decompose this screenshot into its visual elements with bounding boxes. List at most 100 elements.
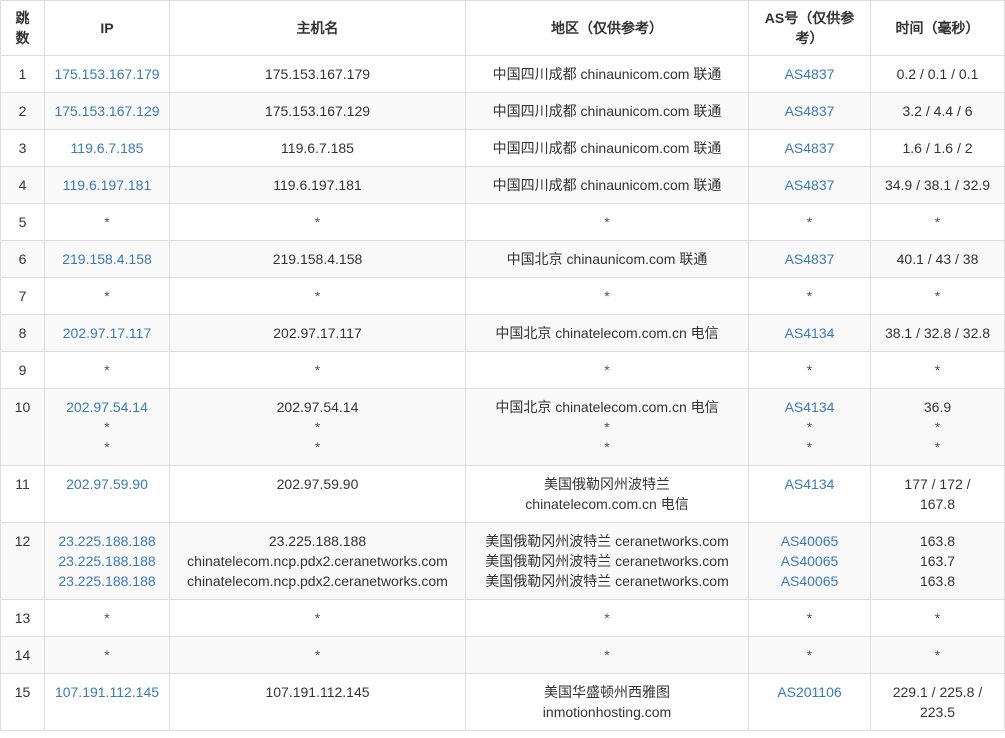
ip-text: *: [104, 610, 110, 626]
region-text: 美国华盛顿州西雅图: [544, 684, 670, 700]
ip-link[interactable]: 202.97.59.90: [48, 474, 166, 494]
time-text: *: [934, 610, 941, 626]
time-text: 0.2 / 0.1 / 0.1: [896, 66, 979, 82]
time-text: 177 / 172 /: [904, 476, 971, 492]
hostname-cell: 175.153.167.179: [169, 55, 466, 93]
region-text: 美国俄勒冈州波特兰 ceranetworks.com: [485, 553, 729, 569]
ip-cell: *: [44, 277, 170, 315]
as-link[interactable]: AS4134: [752, 323, 867, 343]
ip-cell: 107.191.112.145: [44, 673, 170, 731]
as-cell: *: [748, 203, 871, 241]
time-text: 34.9 / 38.1 / 32.9: [884, 177, 991, 193]
as-text: *: [806, 288, 813, 304]
host-text: *: [314, 439, 321, 455]
ip-text: *: [104, 419, 110, 435]
time-text: *: [934, 214, 941, 230]
time-text: 167.8: [919, 496, 956, 512]
time-cell: 1.6 / 1.6 / 2: [870, 129, 1005, 167]
hop-number: 8: [18, 325, 27, 341]
ip-link[interactable]: 23.225.188.188: [48, 531, 166, 551]
hostname-cell: 202.97.17.117: [169, 314, 466, 352]
ip-link[interactable]: 175.153.167.179: [48, 64, 166, 84]
as-link[interactable]: AS4837: [752, 138, 867, 158]
region-text: 中国四川成都 chinaunicom.com 联通: [492, 177, 722, 193]
region-text: inmotionhosting.com: [542, 704, 672, 720]
region-text: 中国四川成都 chinaunicom.com 联通: [492, 66, 722, 82]
hop-cell: 3: [0, 129, 45, 167]
time-cell: *: [870, 277, 1005, 315]
time-text: *: [934, 439, 941, 455]
hop-cell: 5: [0, 203, 45, 241]
time-cell: 3.2 / 4.4 / 6: [870, 92, 1005, 130]
time-cell: *: [870, 351, 1005, 389]
as-cell: AS40065 AS40065 AS40065: [748, 522, 871, 600]
hop-number: 1: [18, 66, 27, 82]
as-link[interactable]: AS4837: [752, 175, 867, 195]
as-link[interactable]: AS201106: [752, 682, 867, 702]
ip-link[interactable]: 219.158.4.158: [48, 249, 166, 269]
region-cell: *: [465, 203, 749, 241]
ip-link[interactable]: 119.6.197.181: [48, 175, 166, 195]
time-text: 163.8: [919, 573, 956, 589]
as-cell: AS4837: [748, 240, 871, 278]
as-link[interactable]: AS4837: [752, 249, 867, 269]
ip-link[interactable]: 202.97.54.14: [48, 397, 166, 417]
time-text: 40.1 / 43 / 38: [896, 251, 979, 267]
hop-number: 4: [18, 177, 27, 193]
header-time: 时间（毫秒）: [870, 0, 1005, 56]
table-row: 6 219.158.4.158 219.158.4.158 中国北京 chinauni…: [0, 240, 1005, 278]
as-link[interactable]: AS40065: [752, 571, 867, 591]
time-text: *: [934, 362, 941, 378]
time-text: 223.5: [919, 704, 956, 720]
table-row: 4 119.6.197.181 119.6.197.181 中国四川成都 chinau…: [0, 166, 1005, 204]
region-text: 美国俄勒冈州波特兰 ceranetworks.com: [485, 573, 729, 589]
region-text: *: [604, 647, 610, 663]
hop-cell: 12: [0, 522, 45, 600]
region-cell: 美国华盛顿州西雅图 inmotionhosting.com: [465, 673, 749, 731]
ip-cell: 119.6.197.181: [44, 166, 170, 204]
region-text: 中国北京 chinatelecom.com.cn 电信: [495, 325, 719, 341]
as-link[interactable]: AS40065: [752, 531, 867, 551]
as-link[interactable]: AS4837: [752, 64, 867, 84]
ip-link[interactable]: 107.191.112.145: [48, 682, 166, 702]
hostname-cell: 107.191.112.145: [169, 673, 466, 731]
as-cell: *: [748, 636, 871, 674]
ip-cell: *: [44, 203, 170, 241]
region-text: *: [604, 214, 610, 230]
table-row: 3 119.6.7.185 119.6.7.185 中国四川成都 chinaunico…: [0, 129, 1005, 167]
ip-link[interactable]: 119.6.7.185: [48, 138, 166, 158]
hop-number: 5: [18, 214, 27, 230]
hostname-cell: 119.6.7.185: [169, 129, 466, 167]
ip-link[interactable]: 202.97.17.117: [48, 323, 166, 343]
hostname-cell: *: [169, 203, 466, 241]
time-text: 36.9: [923, 399, 952, 415]
host-text: 23.225.188.188: [268, 533, 367, 549]
as-link[interactable]: AS4134: [752, 397, 867, 417]
host-text: 219.158.4.158: [272, 251, 363, 267]
ip-link[interactable]: 23.225.188.188: [48, 551, 166, 571]
ip-link[interactable]: 175.153.167.129: [48, 101, 166, 121]
as-text: *: [806, 214, 813, 230]
region-cell: *: [465, 636, 749, 674]
hop-number: 14: [14, 647, 31, 663]
time-cell: 34.9 / 38.1 / 32.9: [870, 166, 1005, 204]
time-cell: 40.1 / 43 / 38: [870, 240, 1005, 278]
hostname-cell: 175.153.167.129: [169, 92, 466, 130]
host-text: *: [314, 647, 321, 663]
as-link[interactable]: AS4134: [752, 474, 867, 494]
ip-cell: *: [44, 599, 170, 637]
hop-cell: 9: [0, 351, 45, 389]
time-text: 163.7: [919, 553, 956, 569]
region-cell: 中国北京 chinaunicom.com 联通: [465, 240, 749, 278]
ip-text: *: [104, 214, 110, 230]
hop-number: 2: [18, 103, 27, 119]
as-link[interactable]: AS40065: [752, 551, 867, 571]
region-cell: *: [465, 277, 749, 315]
hostname-cell: *: [169, 351, 466, 389]
region-text: 中国北京 chinatelecom.com.cn 电信: [495, 399, 719, 415]
ip-link[interactable]: 23.225.188.188: [48, 571, 166, 591]
as-link[interactable]: AS4837: [752, 101, 867, 121]
time-text: 3.2 / 4.4 / 6: [902, 103, 973, 119]
table-row: 10 202.97.54.14 * * 202.97.54.14 * * 中国北京 china…: [0, 388, 1005, 466]
as-cell: AS4837: [748, 129, 871, 167]
